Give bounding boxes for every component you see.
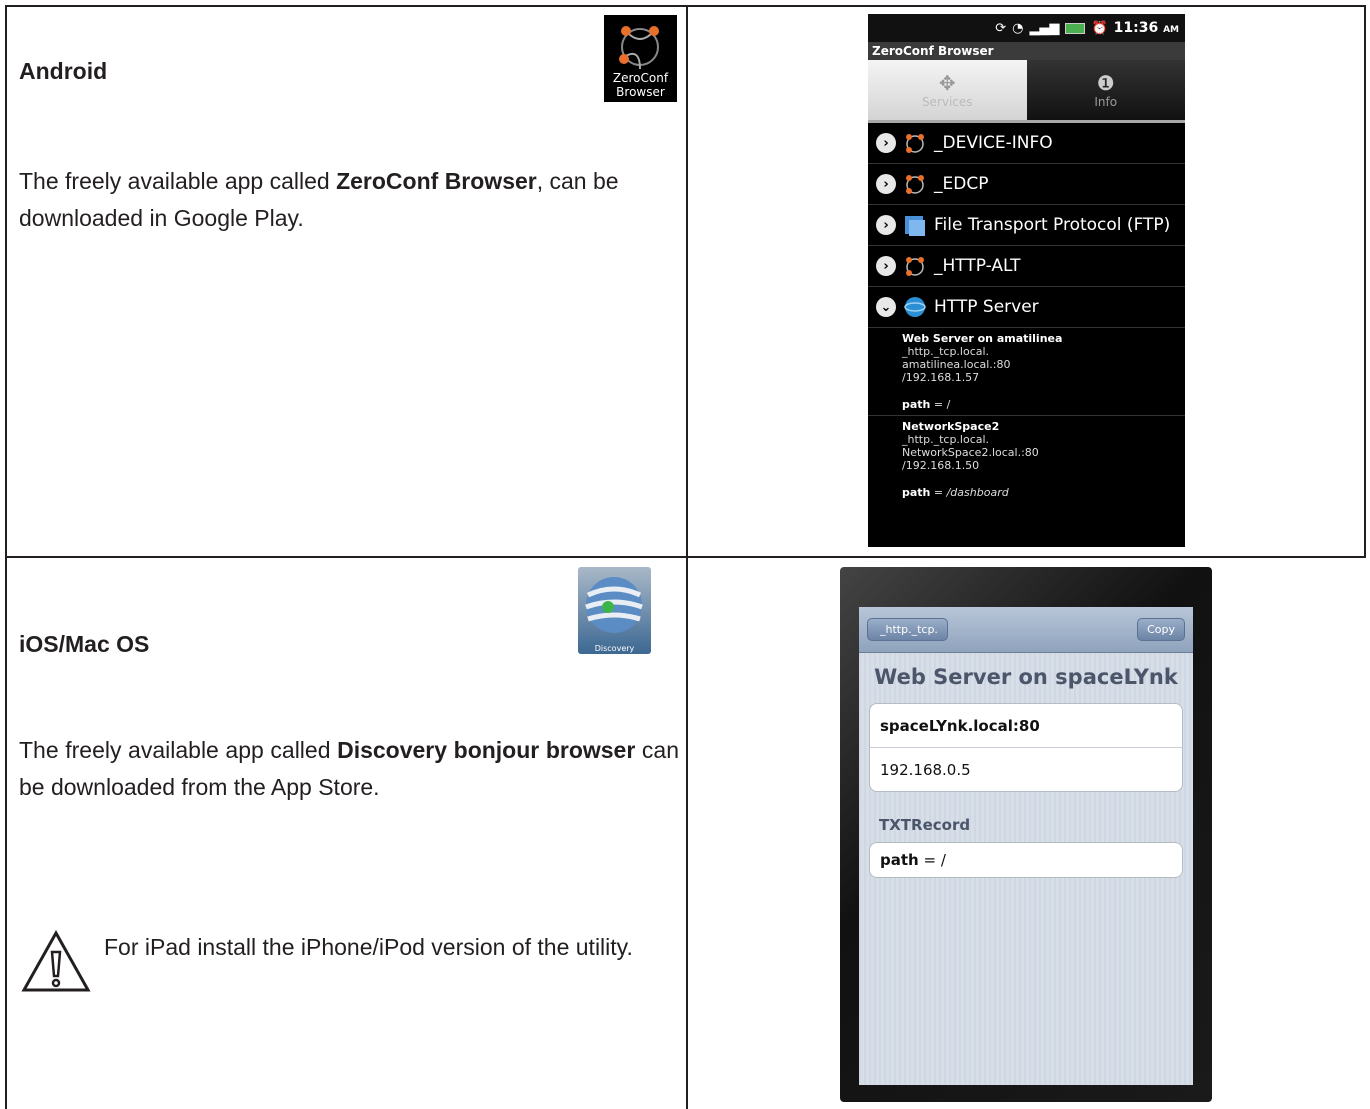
discovery-app-icon: Discovery [578,567,651,654]
service-label: _HTTP-ALT [934,256,1021,276]
path-value: = / [933,398,951,411]
zeroconf-icon-label-1: ZeroConf [612,71,669,85]
chevron-down-icon[interactable]: ⌄ [876,297,896,317]
signal-icon: ▂▄▆ [1029,20,1060,36]
detail-type: _http._tcp.local. [902,345,990,358]
zeroconf-service-icon [902,171,928,197]
host-cell[interactable]: spaceLYnk.local:80 [870,704,1182,747]
detail-name: NetworkSpace2 [902,420,1000,433]
detail-ip: /192.168.1.57 [902,371,980,384]
service-label: _DEVICE-INFO [934,133,1053,153]
wifi-icon: ◔ [1012,20,1024,36]
battery-icon [1065,22,1086,34]
chevron-right-icon[interactable]: › [876,256,896,276]
android-app-name: ZeroConf Browser [336,168,537,194]
ios-screen: _http._tcp. Copy Web Server on spaceLYnk… [859,607,1193,1085]
info-tab-icon: ❶ [1096,71,1115,95]
ip-cell[interactable]: 192.168.0.5 [870,747,1182,791]
warning-icon [21,930,91,992]
android-screenshot: ⟳ ◔ ▂▄▆ ⏰ 11:36 AM ZeroConf Browser ✥ Se… [868,14,1185,547]
ios-app-name-cont: browser [545,737,636,763]
service-label: HTTP Server [934,297,1039,317]
zeroconf-service-icon [902,253,928,279]
path-key: path [880,851,919,869]
android-description: The freely available app called ZeroConf… [19,163,679,237]
table-row-divider [5,556,1366,558]
service-title: Web Server on spaceLYnk [874,665,1178,689]
path-value: = / [923,851,946,869]
tab-services-label: Services [921,95,973,109]
txtrecord-group: path = / [869,842,1183,878]
address-group: spaceLYnk.local:80 192.168.0.5 [869,703,1183,792]
chevron-right-icon[interactable]: › [876,133,896,153]
chevron-right-icon[interactable]: › [876,215,896,235]
zeroconf-icon-label-2: Browser [616,85,665,99]
clock-time: 11:36 [1113,20,1159,36]
discovery-icon-label: Discovery [594,644,635,653]
service-detail-2[interactable]: NetworkSpace2 _http._tcp.local. NetworkS… [868,416,1185,503]
globe-server-icon [902,294,928,320]
detail-path: path = /dashboard [902,486,1185,499]
zeroconf-service-icon [902,130,928,156]
detail-host: NetworkSpace2.local.:80 [902,446,1039,459]
service-label: File Transport Protocol (FTP) [934,215,1171,235]
service-detail-1[interactable]: Web Server on amatilinea _http._tcp.loca… [868,328,1185,416]
service-item-http-server[interactable]: ⌄ HTTP Server [868,287,1185,328]
copy-button[interactable]: Copy [1137,618,1185,641]
detail-type: _http._tcp.local. [902,433,990,446]
path-value: = /dashboard [933,486,1009,499]
service-item-device-info[interactable]: › _DEVICE-INFO [868,123,1185,164]
path-key: path [902,486,931,499]
sync-icon: ⟳ [995,20,1007,36]
ipad-warning-text: For iPad install the iPhone/iPod version… [104,934,633,960]
zeroconf-app-icon: ZeroConf Browser [604,15,677,102]
status-clock: 11:36 AM [1114,20,1179,36]
service-item-edcp[interactable]: › _EDCP [868,164,1185,205]
txtrecord-header: TXTRecord [879,816,971,834]
service-label: _EDCP [934,174,989,194]
ios-desc-text: The freely available app called [19,737,338,763]
service-item-http-alt[interactable]: › _HTTP-ALT [868,246,1185,287]
android-desc-text: The freely available app called [19,168,337,194]
detail-path: path = / [902,398,1185,411]
ios-heading: iOS/Mac OS [19,631,150,657]
android-tab-bar: ✥ Services ❶ Info [868,60,1185,123]
clock-ampm: AM [1163,25,1179,35]
tab-info[interactable]: ❶ Info [1026,60,1185,120]
chevron-right-icon[interactable]: › [876,174,896,194]
tab-info-label: Info [1094,95,1118,109]
detail-name: Web Server on amatilinea [902,332,1063,345]
detail-host: amatilinea.local.:80 [902,358,1011,371]
services-tab-icon: ✥ [938,71,956,95]
ftp-folder-icon [902,212,928,238]
ios-description: The freely available app called Discover… [19,732,679,806]
android-app-title: ZeroConf Browser [868,42,1185,60]
ios-app-name: Discovery bonjour [337,737,540,763]
service-item-ftp[interactable]: › File Transport Protocol (FTP) [868,205,1185,246]
ios-screenshot: _http._tcp. Copy Web Server on spaceLYnk… [840,567,1212,1102]
alarm-icon: ⏰ [1091,20,1108,36]
tab-services[interactable]: ✥ Services [868,60,1027,120]
ios-nav-bar: _http._tcp. Copy [859,607,1193,653]
back-button[interactable]: _http._tcp. [867,618,948,641]
table-border-right [1364,5,1366,558]
path-cell[interactable]: path = / [870,843,1182,877]
detail-ip: /192.168.1.50 [902,459,980,472]
android-heading: Android [19,58,108,84]
android-status-bar: ⟳ ◔ ▂▄▆ ⏰ 11:36 AM [868,14,1185,42]
path-key: path [902,398,931,411]
